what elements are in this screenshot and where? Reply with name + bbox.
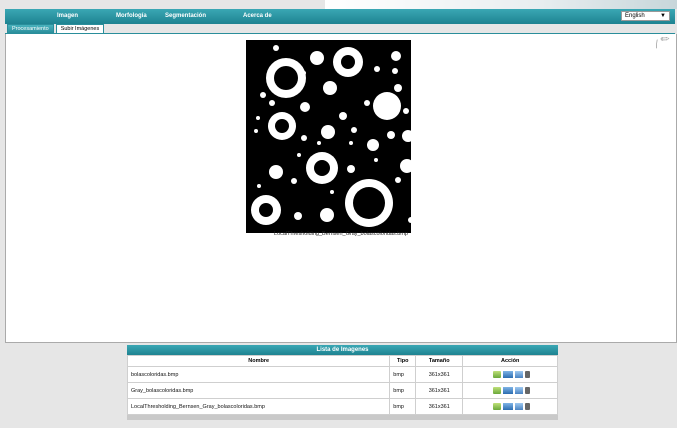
- trash-icon[interactable]: [525, 371, 531, 378]
- save-icon[interactable]: [515, 387, 524, 394]
- table-header-row: Nombre Tipo Tamaño Acción: [126, 355, 558, 367]
- tab-subir-imagenes[interactable]: Subir Imágenes: [55, 24, 105, 33]
- row-actions: [462, 382, 558, 399]
- save-icon[interactable]: [515, 371, 524, 378]
- view-icon[interactable]: [503, 403, 514, 410]
- trash-icon[interactable]: [525, 403, 531, 410]
- dropdown-arrow-icon: ▼: [660, 13, 666, 19]
- column-tamano: Tamaño: [415, 355, 464, 367]
- row-name[interactable]: bolascoloridas.bmp: [126, 366, 391, 383]
- menu-morfologia[interactable]: Morfología: [116, 13, 147, 19]
- trash-icon[interactable]: [525, 387, 531, 394]
- add-icon[interactable]: [493, 387, 502, 394]
- menu-imagen[interactable]: Imagen: [57, 13, 78, 19]
- table-row: Gray_bolascoloridas.bmp bmp 361x361: [126, 382, 558, 399]
- image-table: Nombre Tipo Tamaño Acción bolascoloridas…: [126, 355, 558, 415]
- watermark-icon: ⟋ ✎: [651, 32, 672, 51]
- row-type: bmp: [389, 366, 417, 383]
- view-icon[interactable]: [503, 387, 514, 394]
- list-footer: [127, 415, 558, 420]
- column-accion: Acción: [462, 355, 558, 367]
- row-size: 361x361: [415, 398, 464, 415]
- menu-acerca-de[interactable]: Acerca de: [243, 13, 272, 19]
- image-viewer: [246, 40, 429, 233]
- view-icon[interactable]: [503, 371, 514, 378]
- menu-segmentacion[interactable]: Segmentación: [165, 13, 206, 19]
- row-actions: [462, 398, 558, 415]
- table-row: bolascoloridas.bmp bmp 361x361: [126, 366, 558, 383]
- row-type: bmp: [389, 382, 417, 399]
- row-type: bmp: [389, 398, 417, 415]
- image-list: Lista de Imagenes Nombre Tipo Tamaño Acc…: [126, 345, 558, 420]
- language-value: English: [625, 13, 645, 19]
- menu-bar: Imagen Morfología Segmentación Acerca de…: [5, 9, 675, 24]
- row-actions: [462, 366, 558, 383]
- column-tipo: Tipo: [389, 355, 417, 367]
- save-icon[interactable]: [515, 403, 524, 410]
- row-name[interactable]: LocalThresholding_Bernsen_Gray_bolascolo…: [126, 398, 391, 415]
- add-icon[interactable]: [493, 403, 502, 410]
- image-list-title: Lista de Imagenes: [127, 345, 558, 355]
- processing-panel: ⟋ ✎ LocalThresholding_Bernsen_Gray_bolas…: [5, 32, 677, 343]
- image-caption: LocalThresholding_Bernsen_Gray_bolascolo…: [274, 231, 408, 237]
- row-size: 361x361: [415, 382, 464, 399]
- language-select[interactable]: English ▼: [621, 11, 670, 21]
- table-row: LocalThresholding_Bernsen_Gray_bolascolo…: [126, 398, 558, 415]
- row-size: 361x361: [415, 366, 464, 383]
- column-nombre: Nombre: [126, 355, 391, 367]
- header-decoration: [325, 0, 677, 9]
- tab-procesamiento[interactable]: Procesamiento: [7, 24, 54, 33]
- row-name[interactable]: Gray_bolascoloridas.bmp: [126, 382, 391, 399]
- add-icon[interactable]: [493, 371, 502, 378]
- thresholded-image: [246, 40, 429, 233]
